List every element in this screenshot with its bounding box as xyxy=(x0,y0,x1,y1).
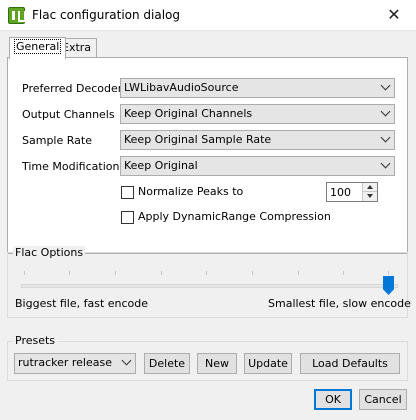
chevron-down-icon xyxy=(380,158,391,169)
normalize-peaks-label: Normalize Peaks to xyxy=(138,185,244,198)
sample-rate-value: Keep Original Sample Rate xyxy=(124,133,272,146)
preset-select[interactable]: rutracker release xyxy=(14,353,136,374)
dialog-client-area: General Extra Preferred Decoder LWLibavA… xyxy=(0,31,416,420)
flac-options-title: Flac Options xyxy=(13,246,86,259)
output-channels-value: Keep Original Channels xyxy=(124,107,253,120)
time-modification-value: Keep Original xyxy=(124,159,198,172)
chevron-down-icon xyxy=(380,132,391,143)
drc-label: Apply DynamicRange Compression xyxy=(138,210,331,223)
delete-preset-button[interactable]: Delete xyxy=(144,353,190,374)
sample-rate-select[interactable]: Keep Original Sample Rate xyxy=(120,130,395,150)
spin-down-icon[interactable] xyxy=(362,192,377,201)
tab-general[interactable]: General xyxy=(9,37,67,59)
load-defaults-button[interactable]: Load Defaults xyxy=(300,353,400,374)
app-icon xyxy=(8,7,26,24)
tab-general-label: General xyxy=(13,39,62,54)
update-preset-button[interactable]: Update xyxy=(244,353,292,374)
new-preset-button[interactable]: New xyxy=(197,353,237,374)
spin-up-icon[interactable] xyxy=(362,183,377,192)
slider-right-label: Smallest file, slow encode xyxy=(268,297,411,310)
title-bar: Flac configuration dialog ✕ xyxy=(0,0,416,31)
slider-tick xyxy=(252,271,253,275)
slider-tick xyxy=(115,271,116,275)
ok-button[interactable]: OK xyxy=(314,389,352,410)
slider-tick xyxy=(69,271,70,275)
preset-value: rutracker release xyxy=(18,356,112,369)
chevron-down-icon xyxy=(121,355,132,366)
normalize-peaks-checkbox[interactable] xyxy=(121,186,134,199)
window-title: Flac configuration dialog xyxy=(32,8,181,22)
cancel-button[interactable]: Cancel xyxy=(359,389,407,410)
time-modification-select[interactable]: Keep Original xyxy=(120,156,395,176)
slider-tick xyxy=(24,271,25,275)
slider-tick xyxy=(206,271,207,275)
normalize-peaks-value: 100 xyxy=(330,186,351,199)
presets-title: Presets xyxy=(13,334,58,347)
slider-tick xyxy=(161,271,162,275)
slider-tick xyxy=(388,271,389,275)
slider-tick xyxy=(298,271,299,275)
sample-rate-label: Sample Rate xyxy=(22,134,92,147)
preferred-decoder-value: LWLibavAudioSource xyxy=(124,81,239,94)
chevron-down-icon xyxy=(380,80,391,91)
chevron-down-icon xyxy=(380,106,391,117)
compression-slider-track[interactable] xyxy=(21,284,398,288)
output-channels-label: Output Channels xyxy=(22,108,115,121)
slider-tick xyxy=(343,271,344,275)
preferred-decoder-label: Preferred Decoder xyxy=(22,82,123,95)
output-channels-select[interactable]: Keep Original Channels xyxy=(120,104,395,124)
time-modification-label: Time Modification xyxy=(22,160,120,173)
drc-checkbox[interactable] xyxy=(121,211,134,224)
normalize-peaks-stepper[interactable]: 100 xyxy=(326,182,378,202)
close-button[interactable]: ✕ xyxy=(380,6,408,26)
preferred-decoder-select[interactable]: LWLibavAudioSource xyxy=(120,78,395,98)
slider-left-label: Biggest file, fast encode xyxy=(15,297,149,310)
